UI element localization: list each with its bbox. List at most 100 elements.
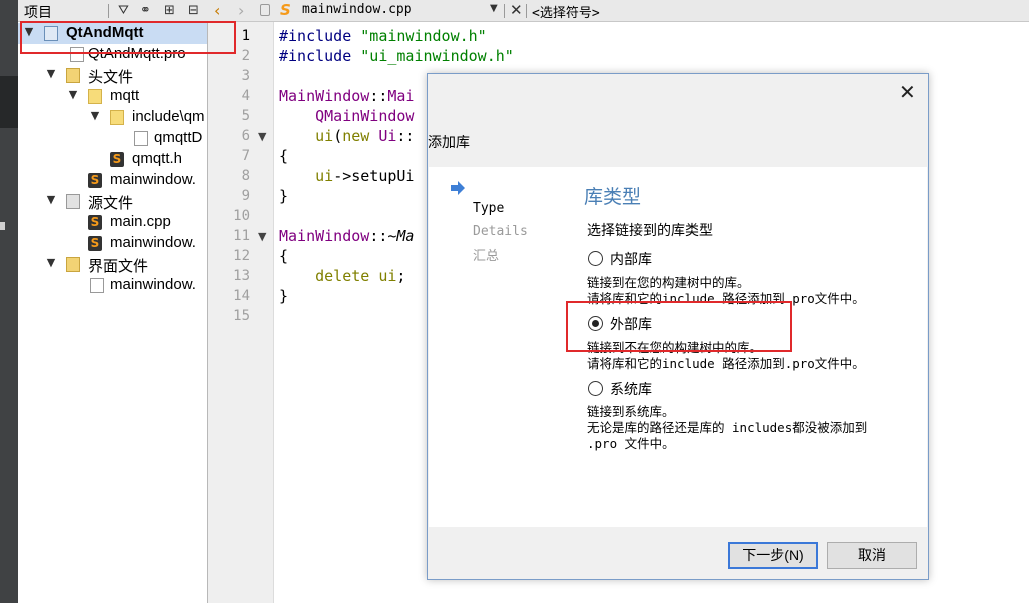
tree-item-mqtt[interactable]: ▼ mqtt: [18, 86, 207, 107]
tree-item-qmqttd[interactable]: qmqttD: [18, 128, 207, 149]
project-tree: ▼ QtAndMqtt QtAndMqtt.pro ▼ 头文件 ▼ mqtt ▼…: [18, 22, 208, 603]
internal-library-label[interactable]: 内部库: [610, 249, 652, 269]
toolbar-separator: [504, 4, 505, 18]
line-number: 6: [241, 128, 250, 144]
line-number: 11: [233, 228, 250, 244]
lock-icon[interactable]: [260, 4, 270, 16]
header-file-icon: S: [110, 152, 124, 167]
split-icon[interactable]: ⊞: [164, 3, 175, 18]
tree-item-headers[interactable]: ▼ 头文件: [18, 65, 207, 86]
headers-folder-icon: [66, 68, 80, 83]
tree-item-label: qmqtt.h: [132, 150, 183, 167]
page-heading: 库类型: [584, 186, 642, 208]
cpp-file-icon: S: [280, 1, 291, 19]
tree-item-mainwindow-h[interactable]: S mainwindow.: [18, 170, 207, 191]
fold-arrow-icon[interactable]: ▼: [258, 230, 266, 243]
line-number: 8: [241, 168, 250, 184]
tree-item-label: main.cpp: [110, 213, 171, 230]
code-line: {: [279, 247, 289, 265]
chevron-down-icon[interactable]: ▼: [490, 3, 498, 14]
ui-file-icon: [90, 278, 104, 293]
step-type: Type: [473, 201, 505, 216]
code-line: ui(new Ui::: [315, 127, 415, 145]
close-panel-icon[interactable]: ⊟: [188, 3, 199, 18]
symbol-selector[interactable]: <选择符号>: [532, 2, 600, 21]
tree-item-label: qmqttD: [154, 129, 203, 146]
cancel-button[interactable]: 取消: [827, 542, 917, 569]
tree-item-sources[interactable]: ▼ 源文件: [18, 191, 207, 212]
tree-item-label: include\qm: [132, 108, 205, 125]
line-number: 5: [241, 108, 250, 124]
project-panel-title[interactable]: 项目: [24, 2, 52, 22]
internal-library-radio[interactable]: [588, 251, 603, 266]
forms-folder-icon: [66, 257, 80, 272]
system-library-radio[interactable]: [588, 381, 603, 396]
close-icon[interactable]: ✕: [899, 82, 916, 102]
current-step-arrow-icon: [451, 181, 465, 195]
code-line: QMainWindow: [315, 107, 415, 125]
mode-sidebar: [0, 0, 18, 603]
page-subtitle: 选择链接到的库类型: [587, 223, 713, 239]
tree-item-qmqtt-h[interactable]: S qmqtt.h: [18, 149, 207, 170]
close-icon[interactable]: ✕: [510, 1, 523, 19]
tree-item-label: 头文件: [88, 69, 134, 86]
tree-item-mainwindow-cpp[interactable]: S mainwindow.: [18, 233, 207, 254]
tree-item-label: mqtt: [110, 87, 140, 104]
nav-forward-icon[interactable]: ›: [238, 1, 244, 20]
tree-item-label: mainwindow.: [110, 276, 196, 293]
line-number: 4: [241, 88, 250, 104]
line-number: 3: [241, 68, 250, 84]
tree-item-label: 界面文件: [88, 258, 149, 275]
dialog-title: 添加库: [428, 134, 470, 150]
tree-item-include[interactable]: ▼ include\qm: [18, 107, 207, 128]
code-line: delete ui;: [315, 267, 406, 285]
sources-folder-icon: [66, 194, 80, 209]
line-number: 9: [241, 188, 250, 204]
line-number: 10: [233, 208, 250, 224]
tree-item-mainwindow-ui[interactable]: mainwindow.: [18, 275, 207, 296]
toolbar-separator: [526, 4, 527, 18]
tree-item-label: mainwindow.: [110, 234, 196, 251]
tree-item-main-cpp[interactable]: S main.cpp: [18, 212, 207, 233]
code-line: MainWindow::Mai: [279, 87, 415, 105]
line-number: 12: [233, 248, 250, 264]
expand-arrow-icon[interactable]: ▼: [44, 67, 58, 80]
include-header-1: "mainwindow.h": [360, 27, 487, 45]
line-number: 7: [241, 148, 250, 164]
source-file-icon: S: [88, 215, 102, 230]
next-button[interactable]: 下一步(N): [728, 542, 818, 569]
line-number: 15: [233, 308, 250, 324]
system-library-label[interactable]: 系统库: [610, 379, 652, 399]
tree-item-forms[interactable]: ▼ 界面文件: [18, 254, 207, 275]
system-library-desc: 链接到系统库。 无论是库的路径还是库的 includes都没被添加到 .pro …: [587, 404, 868, 451]
expand-arrow-icon[interactable]: ▼: [44, 256, 58, 269]
file-icon: [134, 131, 148, 146]
code-line: MainWindow::~Ma: [279, 227, 415, 245]
project-panel-header: 项目 ⛛ ⚭ ⊞ ⊟: [18, 0, 208, 22]
header-separator: [108, 4, 109, 18]
highlight-box-project: [20, 21, 236, 54]
include-header-2: "ui_mainwindow.h": [360, 47, 514, 65]
line-number-gutter: 1 2 3 4 5 6 7 8 9 10 11 12 13 14 15 ▼ ▼: [208, 22, 274, 603]
nav-back-icon[interactable]: ‹: [214, 1, 220, 20]
code-line: ui->setupUi: [315, 167, 415, 185]
code-line: #include "ui_mainwindow.h": [279, 47, 514, 65]
expand-arrow-icon[interactable]: ▼: [44, 193, 58, 206]
tree-item-label: 源文件: [88, 195, 134, 212]
step-summary: 汇总: [473, 249, 500, 264]
link-icon[interactable]: ⚭: [140, 3, 151, 18]
highlight-box-external-library: [566, 301, 792, 352]
expand-arrow-icon[interactable]: ▼: [66, 88, 80, 101]
source-file-icon: S: [88, 236, 102, 251]
fold-arrow-icon[interactable]: ▼: [258, 130, 266, 143]
expand-arrow-icon[interactable]: ▼: [88, 109, 102, 122]
folder-icon: [88, 89, 102, 104]
header-file-icon: S: [88, 173, 102, 188]
tree-item-label: mainwindow.: [110, 171, 196, 188]
folder-icon: [110, 110, 124, 125]
open-file-name[interactable]: mainwindow.cpp: [302, 2, 412, 17]
mode-sidebar-active-item[interactable]: [0, 76, 18, 128]
mode-sidebar-marker: [0, 222, 5, 230]
code-line: }: [279, 287, 289, 305]
filter-icon[interactable]: ⛛: [118, 3, 129, 18]
